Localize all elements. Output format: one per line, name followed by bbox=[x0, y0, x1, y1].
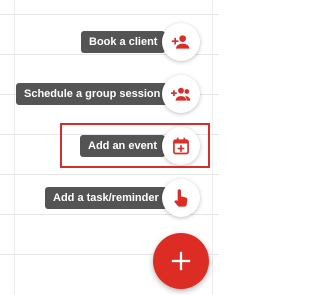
background-divider bbox=[0, 174, 219, 175]
schedule-group-session-label[interactable]: Schedule a group session bbox=[16, 83, 169, 105]
highlight-box bbox=[60, 123, 210, 168]
background-column bbox=[14, 0, 15, 295]
add-task-reminder-button[interactable] bbox=[162, 179, 200, 217]
add-group-icon bbox=[171, 87, 191, 101]
add-task-reminder-label[interactable]: Add a task/reminder bbox=[45, 187, 167, 209]
add-fab-button[interactable] bbox=[153, 233, 209, 289]
book-client-button[interactable] bbox=[162, 23, 200, 61]
hand-pointer-icon bbox=[174, 189, 188, 207]
add-person-icon bbox=[171, 35, 190, 49]
book-client-label[interactable]: Book a client bbox=[81, 31, 166, 53]
plus-icon bbox=[171, 251, 191, 271]
schedule-group-session-button[interactable] bbox=[162, 75, 200, 113]
background-column bbox=[212, 0, 213, 295]
background-divider bbox=[0, 14, 219, 15]
